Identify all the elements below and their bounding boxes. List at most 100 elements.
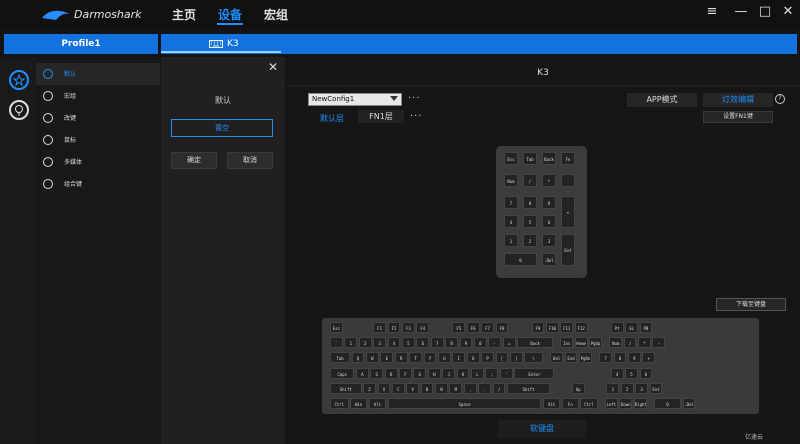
keyboard-key[interactable]: I — [452, 352, 466, 364]
keyboard-key[interactable]: F8 — [495, 322, 509, 333]
keyboard-key[interactable]: End — [564, 352, 578, 364]
keyboard-key[interactable]: ' — [499, 367, 513, 379]
keyboard-key[interactable]: , — [463, 382, 477, 394]
keyboard-key[interactable]: B — [420, 382, 434, 394]
keyboard-key[interactable]: Right — [633, 398, 647, 409]
menu-item-mouse[interactable]: 鼠标 — [36, 129, 160, 151]
keyboard-key[interactable]: M — [449, 382, 463, 394]
keyboard-key[interactable]: C — [391, 382, 405, 394]
keyboard-key[interactable]: F11 — [560, 322, 574, 333]
keyboard-key[interactable]: Ins — [560, 337, 574, 349]
keyboard-key[interactable]: G — [413, 367, 427, 379]
keyboard-key[interactable]: Alt — [543, 398, 561, 409]
numpad-key[interactable]: Num — [504, 173, 518, 187]
keyboard-key[interactable]: F10 — [545, 322, 559, 333]
keyboard-key[interactable]: Up — [571, 382, 585, 394]
keyboard-key[interactable]: - — [488, 337, 502, 349]
nav-home[interactable]: 主页 — [172, 6, 196, 23]
keyboard-key[interactable]: F9 — [531, 322, 545, 333]
keyboard-key[interactable]: + — [642, 352, 656, 364]
keyboard-key[interactable]: F2 — [387, 322, 401, 333]
keyboard-key[interactable]: 5 — [625, 367, 638, 379]
keyboard-key[interactable]: PB — [639, 322, 653, 333]
soft-keyboard-tab[interactable]: 软键盘 — [498, 420, 586, 438]
keyboard-key[interactable]: Z — [363, 382, 376, 394]
numpad-key[interactable]: Tab — [523, 152, 537, 165]
menu-item-macro[interactable]: 宏组 — [36, 85, 160, 107]
cancel-button[interactable]: 取消 — [227, 152, 273, 169]
config-more-icon[interactable]: ··· — [408, 93, 421, 104]
keyboard-key[interactable]: 1 — [606, 382, 620, 394]
numpad-key[interactable]: Ent — [561, 233, 575, 266]
keyboard-key[interactable]: Win — [350, 398, 368, 409]
minimize-button[interactable]: — — [733, 4, 749, 19]
keyboard-key[interactable]: Num — [609, 337, 623, 349]
profile-tab[interactable]: Profile1 — [4, 34, 158, 54]
close-button[interactable]: ✕ — [780, 4, 796, 19]
led-edit-button[interactable]: 灯效编辑 — [703, 93, 773, 107]
keyboard-key[interactable]: 4 — [610, 367, 624, 379]
keyboard-key[interactable]: 9 — [459, 337, 473, 349]
keyboard-key[interactable]: 0 — [473, 337, 487, 349]
keyboard-key[interactable]: 1 — [344, 337, 358, 349]
keyboard-key[interactable]: S — [370, 367, 384, 379]
numpad-key[interactable]: .Del — [542, 252, 556, 266]
keyboard-key[interactable]: ; — [485, 367, 499, 379]
keyboard-key[interactable]: Caps — [330, 367, 355, 379]
numpad-key[interactable]: 6 — [542, 214, 556, 228]
keyboard-key[interactable]: Del — [550, 352, 564, 364]
keyboard-key[interactable]: K — [456, 367, 470, 379]
keyboard-key[interactable]: J — [442, 367, 456, 379]
keyboard-key[interactable]: P — [481, 352, 494, 364]
maximize-button[interactable]: □ — [757, 4, 773, 19]
keyboard-key[interactable]: Enter — [514, 367, 555, 379]
keyboard-key[interactable]: H — [427, 367, 441, 379]
keyboard-key[interactable]: Q — [351, 352, 365, 364]
keyboard-key[interactable]: = — [502, 337, 516, 349]
keyboard-key[interactable]: U — [437, 352, 451, 364]
keyboard-key[interactable]: Pt — [610, 322, 624, 333]
keyboard-key[interactable]: 8 — [445, 337, 458, 349]
keyboard-star-icon[interactable] — [9, 70, 29, 90]
menu-item-default[interactable]: 默认 — [36, 63, 160, 85]
numpad-key[interactable]: Esc — [504, 152, 518, 165]
numpad-key[interactable]: 2 — [523, 233, 537, 247]
panel-close-icon[interactable]: ✕ — [268, 60, 278, 74]
keyboard-key[interactable]: 4 — [387, 337, 401, 349]
keyboard-key[interactable]: 5 — [401, 337, 415, 349]
keyboard-key[interactable]: F12 — [574, 322, 588, 333]
keyboard-key[interactable]: N — [435, 382, 448, 394]
numpad-key[interactable]: 8 — [523, 195, 537, 209]
keyboard-key[interactable]: F6 — [466, 322, 480, 333]
keyboard-key[interactable]: D — [384, 367, 398, 379]
keyboard-key[interactable]: W — [365, 352, 379, 364]
keyboard-key[interactable]: F — [399, 367, 412, 379]
menu-item-media[interactable]: 多媒体 — [36, 151, 160, 173]
keyboard-key[interactable]: [ — [495, 352, 509, 364]
keyboard-key[interactable]: Fn — [561, 398, 579, 409]
keyboard-key[interactable]: 3 — [373, 337, 386, 349]
numpad-key[interactable]: 7 — [504, 195, 518, 209]
keyboard-key[interactable]: X — [377, 382, 391, 394]
menu-icon[interactable]: ≡ — [704, 4, 720, 19]
keyboard-key[interactable]: . — [478, 382, 492, 394]
numpad-key[interactable]: 1 — [504, 233, 518, 247]
keyboard-key[interactable]: T — [409, 352, 422, 364]
numpad-key[interactable]: + — [561, 195, 575, 228]
app-mode-button[interactable]: APP模式 — [627, 93, 697, 107]
keyboard-key[interactable]: * — [638, 337, 651, 349]
keyboard-key[interactable]: 7 — [430, 337, 444, 349]
keyboard-key[interactable]: / — [623, 337, 637, 349]
keyboard-key[interactable]: L — [471, 367, 484, 379]
clear-button[interactable]: 置空 — [171, 119, 273, 137]
keyboard-key[interactable]: Shift — [507, 382, 551, 394]
keyboard-key[interactable]: \ — [524, 352, 543, 364]
keyboard-key[interactable]: E — [380, 352, 394, 364]
set-fn1-button[interactable]: 设置FN1键 — [703, 111, 773, 123]
keyboard-key[interactable]: 2 — [358, 337, 372, 349]
keyboard-key[interactable]: / — [492, 382, 506, 394]
keyboard-key[interactable]: Back — [517, 337, 553, 349]
keyboard-key[interactable]: Down — [619, 398, 633, 409]
keyboard-key[interactable]: - — [652, 337, 666, 349]
bulb-icon[interactable] — [9, 100, 29, 120]
